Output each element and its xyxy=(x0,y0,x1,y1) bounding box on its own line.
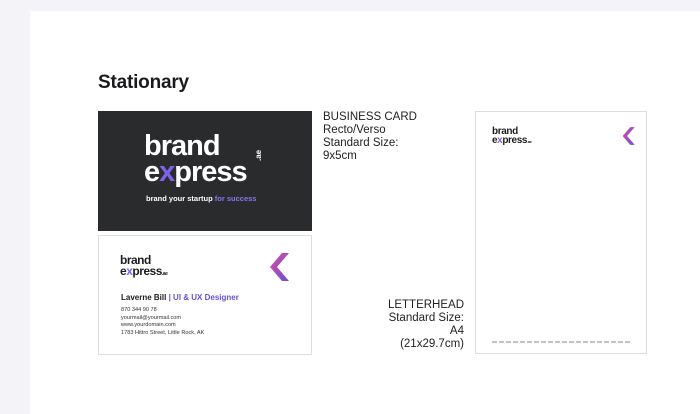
business-card-back: brand express.ae Laverne Bill | UI & UX … xyxy=(98,235,312,355)
label-line1: LETTERHEAD xyxy=(387,299,464,311)
tagline-accent: for success xyxy=(214,194,257,203)
chevron-logo-icon xyxy=(270,253,289,281)
label-line3: A4 (21x29.7cm) xyxy=(400,325,464,350)
brand-line2: express.ae xyxy=(492,135,532,146)
label-line2: Standard Size: xyxy=(388,312,464,324)
letterhead-label: LETTERHEAD Standard Size: A4 (21x29.7cm) xyxy=(384,299,464,351)
label-line2: Recto/Verso xyxy=(323,124,386,136)
tagline-text: brand your startup xyxy=(146,194,213,203)
business-card-label: BUSINESS CARD Recto/Verso Standard Size:… xyxy=(323,111,417,163)
brand-suffix: .ae xyxy=(161,271,168,277)
brand-logo-small: brand express.ae xyxy=(120,254,168,280)
brand-suffix: .ae xyxy=(254,149,263,161)
contact-details: 870 344 90 78 yourmail@yourmail.com www.… xyxy=(121,307,204,337)
brand-press: press xyxy=(132,264,162,278)
chevron-logo-icon xyxy=(622,127,635,145)
letterhead-page: brand express.ae xyxy=(475,111,647,354)
letterhead-footer-line xyxy=(492,341,632,343)
page-title: Stationary xyxy=(98,72,189,93)
website: www.yourdomain.com xyxy=(121,322,176,329)
phone: 870 344 90 78 xyxy=(121,307,157,313)
label-line1: BUSINESS CARD xyxy=(323,111,417,123)
person-role: UI & UX Designer xyxy=(173,293,239,302)
brand-press: press xyxy=(174,156,247,188)
brand-e: e xyxy=(144,156,160,188)
brand-line2: express.ae xyxy=(120,264,168,280)
person-name: Laverne Bill xyxy=(121,293,167,302)
brand-logo-small: brand express.ae xyxy=(492,127,532,146)
brand-x: x xyxy=(159,156,175,188)
business-card-front: brand express .ae brand your startup for… xyxy=(98,111,312,231)
person-line: Laverne Bill | UI & UX Designer xyxy=(121,293,239,302)
brand-line2: express xyxy=(144,156,248,188)
label-line4: 9x5cm xyxy=(323,150,357,162)
brand-logo: brand express xyxy=(144,132,248,188)
email: yourmail@yourmail.com xyxy=(121,314,182,321)
address: 1783 Hittro Street, Little Rock, AK xyxy=(121,329,205,336)
tagline: brand your startup for success xyxy=(146,194,256,203)
brand-press: press xyxy=(502,135,528,146)
brand-suffix: .ae xyxy=(527,139,532,144)
label-line3: Standard Size: xyxy=(323,137,399,149)
